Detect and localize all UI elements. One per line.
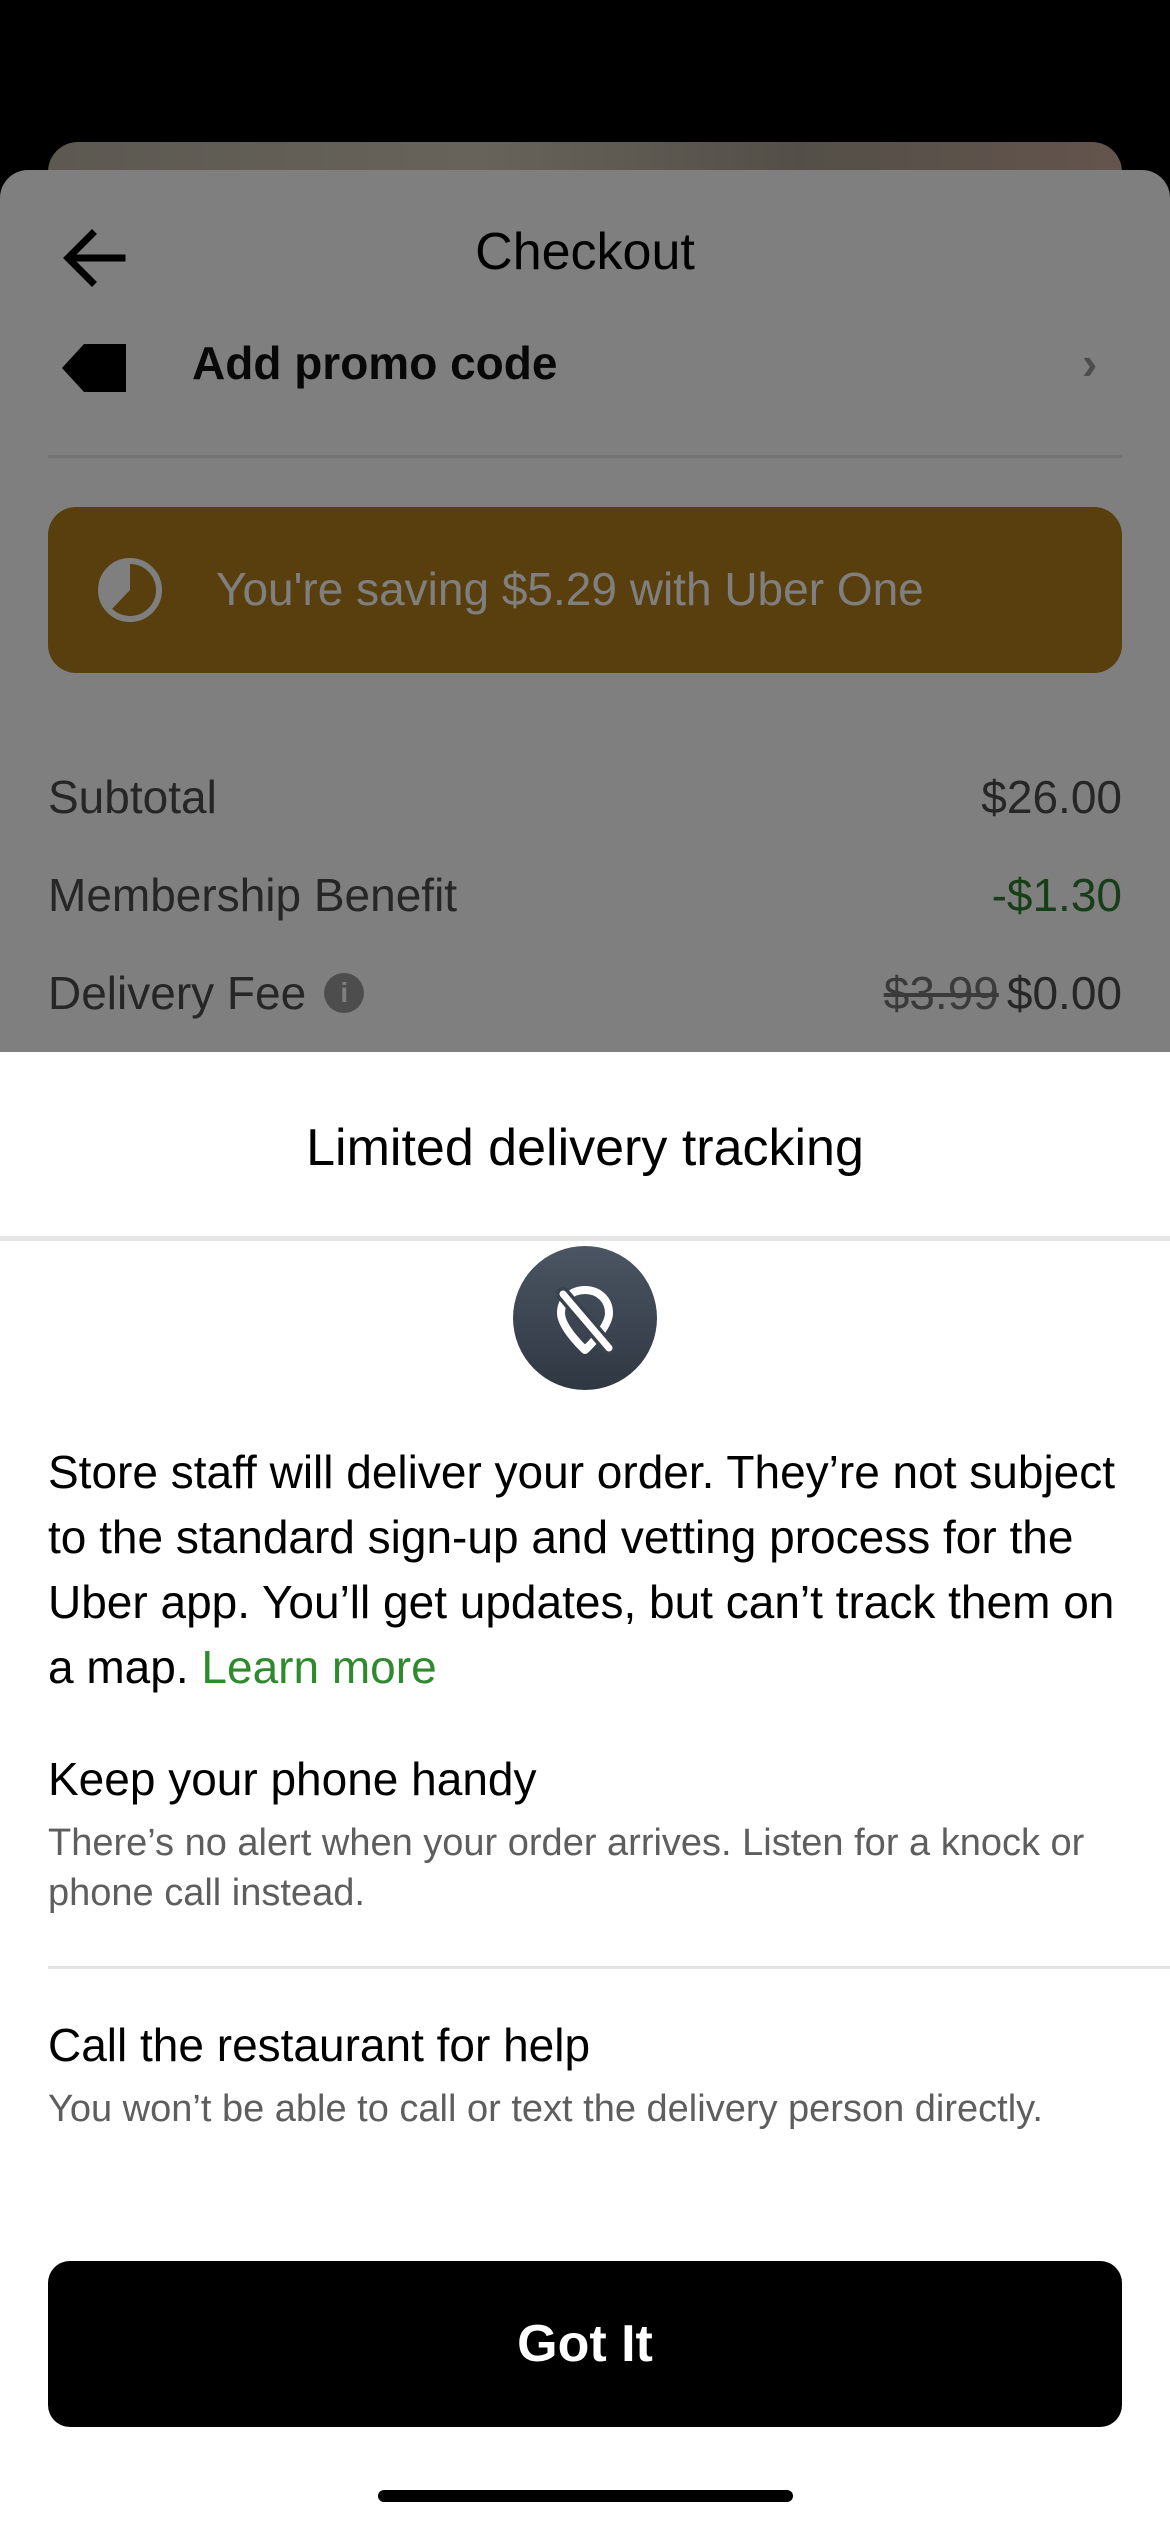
location-off-icon xyxy=(556,1286,616,1355)
got-it-button[interactable]: Got It xyxy=(48,2261,1122,2427)
keep-phone-handy-title: Keep your phone handy xyxy=(48,1753,537,1805)
keep-phone-handy-body: There’s no alert when your order arrives… xyxy=(48,1822,1085,1914)
location-off-badge xyxy=(513,1246,657,1390)
call-restaurant-body: You won’t be able to call or text the de… xyxy=(48,2088,1043,2130)
modal-divider xyxy=(0,1236,1170,1241)
modal-description: Store staff will deliver your order. The… xyxy=(48,1440,1128,1700)
modal-title: Limited delivery tracking xyxy=(306,1119,864,1177)
section-divider xyxy=(48,1966,1170,1969)
learn-more-link[interactable]: Learn more xyxy=(201,1641,436,1693)
call-restaurant-title: Call the restaurant for help xyxy=(48,2019,591,2071)
modal-scrim[interactable] xyxy=(0,0,1170,1052)
home-indicator[interactable] xyxy=(378,2490,793,2502)
